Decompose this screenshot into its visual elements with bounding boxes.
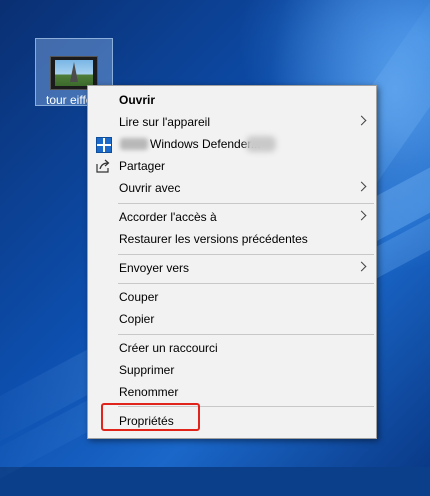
windows-defender-icon	[96, 137, 112, 153]
menu-item-copier[interactable]: Copier	[88, 308, 376, 330]
menu-item-envoyer-vers[interactable]: Envoyer vers	[88, 257, 376, 279]
menu-item-windows-defender[interactable]: Windows Defender...	[88, 133, 376, 155]
menu-item-label: Accorder l'accès à	[119, 210, 217, 224]
menu-item-renommer[interactable]: Renommer	[88, 381, 376, 403]
menu-item-label: Restaurer les versions précédentes	[119, 232, 308, 246]
menu-item-restaurer-versions[interactable]: Restaurer les versions précédentes	[88, 228, 376, 250]
menu-item-label: Envoyer vers	[119, 261, 190, 275]
chevron-right-icon	[356, 115, 367, 126]
menu-item-label: Renommer	[119, 385, 179, 399]
menu-item-label: Lire sur l'appareil	[119, 115, 211, 129]
menu-item-creer-raccourci[interactable]: Créer un raccourci	[88, 337, 376, 359]
menu-separator	[118, 334, 374, 335]
menu-item-supprimer[interactable]: Supprimer	[88, 359, 376, 381]
menu-item-label: Supprimer	[119, 363, 175, 377]
menu-item-couper[interactable]: Couper	[88, 286, 376, 308]
menu-item-label: Ouvrir	[119, 93, 156, 107]
chevron-right-icon	[356, 261, 367, 272]
eiffel-tower-icon	[70, 62, 78, 82]
menu-item-partager[interactable]: Partager	[88, 155, 376, 177]
chevron-right-icon	[356, 210, 367, 221]
chevron-right-icon	[356, 181, 367, 192]
menu-separator	[118, 254, 374, 255]
menu-item-label: Partager	[119, 159, 166, 173]
redacted-text	[246, 136, 276, 152]
menu-item-ouvrir-avec[interactable]: Ouvrir avec	[88, 177, 376, 199]
menu-separator	[118, 203, 374, 204]
menu-item-lire-sur-appareil[interactable]: Lire sur l'appareil	[88, 111, 376, 133]
context-menu: Ouvrir Lire sur l'appareil Windows Defen…	[87, 85, 377, 439]
redacted-text	[120, 138, 148, 150]
share-icon	[96, 159, 110, 173]
menu-item-ouvrir[interactable]: Ouvrir	[88, 89, 376, 111]
menu-item-label: Ouvrir avec	[119, 181, 181, 195]
menu-item-label: Windows Defender...	[150, 137, 261, 151]
menu-item-label: Couper	[119, 290, 159, 304]
menu-item-accorder-acces[interactable]: Accorder l'accès à	[88, 206, 376, 228]
highlight-annotation-box	[101, 403, 200, 431]
menu-item-label: Créer un raccourci	[119, 341, 218, 355]
menu-separator	[118, 283, 374, 284]
menu-item-label: Copier	[119, 312, 155, 326]
